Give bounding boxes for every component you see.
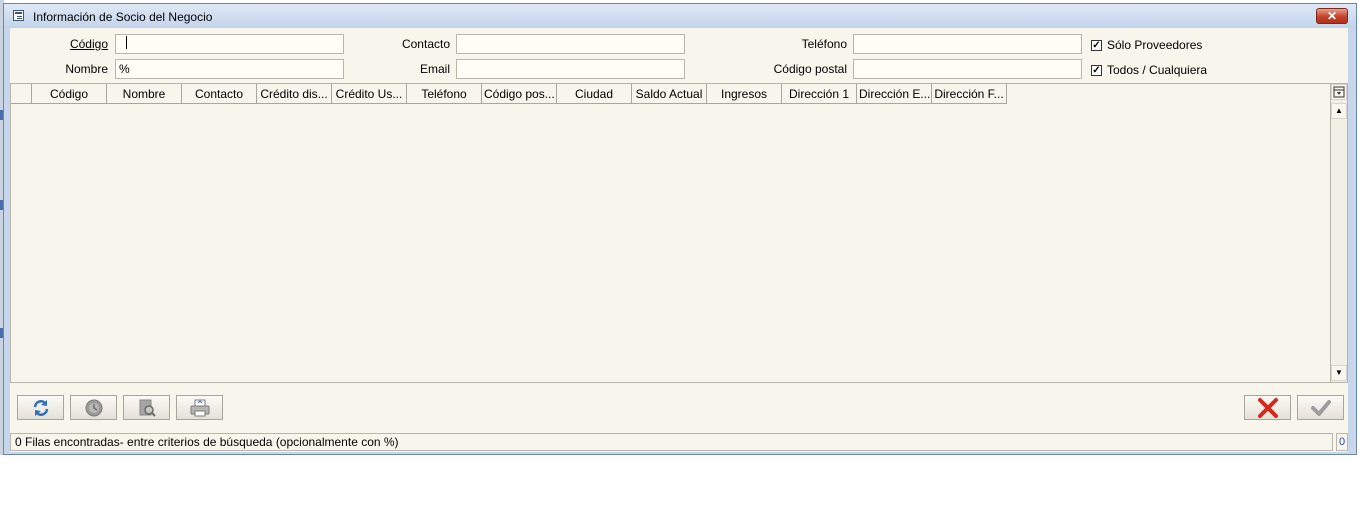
telefono-input[interactable] [853,34,1082,54]
vertical-scrollbar[interactable]: ▲ ▼ [1330,84,1347,382]
status-bar: 0 Filas encontradas- entre criterios de … [10,433,1333,451]
nombre-label: Nombre [65,62,108,76]
title-bar[interactable]: Información de Socio del Negocio ✕ [4,4,1356,28]
codigo-input[interactable] [115,34,344,54]
contacto-label: Contacto [401,37,450,51]
window-icon [13,10,24,21]
codigo-label: Código [69,37,108,51]
dialog-content: Código Contacto Teléfono ✓ Sólo Proveedo… [10,28,1348,452]
column-chooser-icon [1333,86,1345,98]
column-header-ingresos[interactable]: Ingresos [707,84,782,104]
column-header-codigo-postal[interactable]: Código pos... [482,84,557,104]
solo-proveedores-checkbox[interactable]: ✓ [1091,40,1102,51]
record-count: 0 [1336,433,1348,451]
telefono-label: Teléfono [801,37,847,51]
history-button[interactable] [70,395,117,420]
todos-cualquiera-checkbox[interactable]: ✓ [1091,65,1102,76]
refresh-icon [33,399,48,416]
column-header-direccion-f[interactable]: Dirección F... [932,84,1007,104]
column-header-contacto[interactable]: Contacto [182,84,257,104]
table-header: Código Nombre Contacto Crédito dis... Cr… [11,84,1007,104]
print-icon [190,399,209,416]
contacto-input[interactable] [456,34,685,54]
codigo-postal-label: Código postal [773,62,847,76]
column-header-direccion-1[interactable]: Dirección 1 [782,84,857,104]
arrow-down-icon: ▼ [1335,368,1343,377]
column-header-codigo[interactable]: Código [32,84,107,104]
scroll-down-button[interactable]: ▼ [1331,365,1347,381]
results-table[interactable]: Código Nombre Contacto Crédito dis... Cr… [10,83,1348,383]
column-header-saldo-actual[interactable]: Saldo Actual [632,84,707,104]
text-caret [126,36,127,49]
email-input[interactable] [456,59,685,79]
ok-icon [1310,399,1331,416]
arrow-up-icon: ▲ [1335,106,1343,115]
business-partner-info-dialog: Información de Socio del Negocio ✕ Códig… [3,3,1357,455]
history-icon [85,399,102,416]
close-button[interactable]: ✕ [1316,8,1348,24]
close-icon: ✕ [1326,9,1338,23]
column-header-credito-usado[interactable]: Crédito Us... [332,84,407,104]
todos-cualquiera-label: Todos / Cualquiera [1107,63,1208,77]
email-label: Email [419,62,450,76]
row-header-corner[interactable] [11,84,32,104]
nombre-input[interactable] [115,59,344,79]
cancel-icon [1257,397,1278,418]
scroll-up-button[interactable]: ▲ [1331,103,1347,119]
cancel-button[interactable] [1244,395,1291,420]
column-chooser-button[interactable] [1331,84,1347,100]
ok-button[interactable] [1297,395,1344,420]
codigo-postal-input[interactable] [853,59,1082,79]
column-header-nombre[interactable]: Nombre [107,84,182,104]
column-header-credito-disponible[interactable]: Crédito dis... [257,84,332,104]
solo-proveedores-label: Sólo Proveedores [1107,38,1203,52]
zoom-icon [139,399,156,417]
window-title: Información de Socio del Negocio [33,10,213,24]
refresh-button[interactable] [17,395,64,420]
column-header-telefono[interactable]: Teléfono [407,84,482,104]
zoom-button[interactable] [123,395,170,420]
print-button[interactable] [176,395,223,420]
column-header-direccion-e[interactable]: Dirección E... [857,84,932,104]
column-header-ciudad[interactable]: Ciudad [557,84,632,104]
